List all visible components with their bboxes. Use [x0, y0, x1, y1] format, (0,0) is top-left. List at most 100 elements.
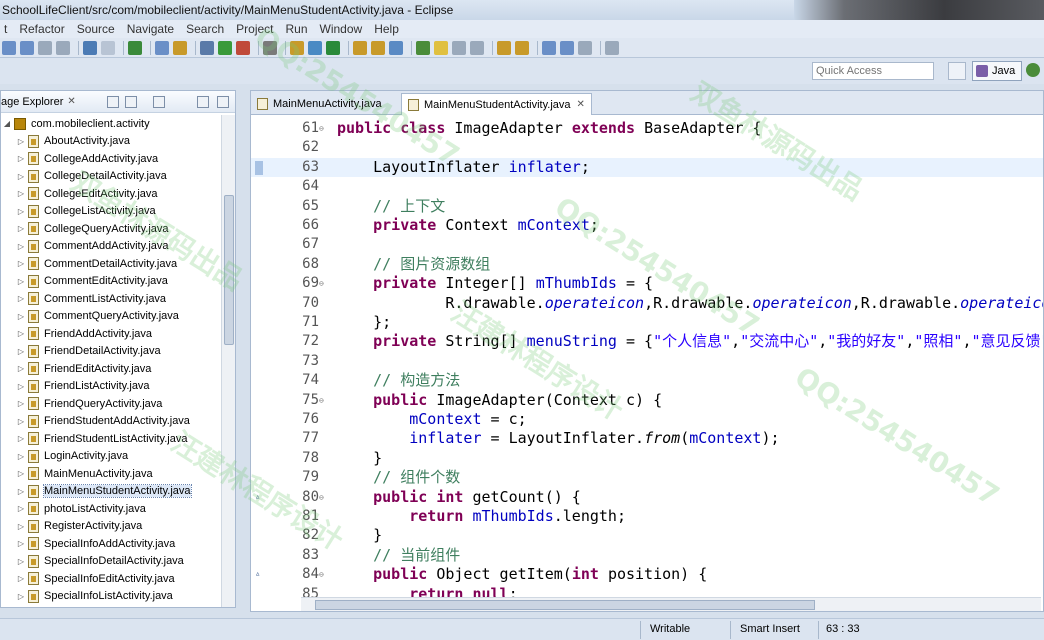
code-line[interactable]: 68 // 图片资源数组	[251, 255, 1043, 274]
collapsed-arrow-icon[interactable]: ▷	[17, 539, 25, 548]
close-view-icon[interactable]: ✕	[67, 96, 75, 107]
collapsed-arrow-icon[interactable]: ▷	[17, 487, 25, 496]
file-node[interactable]: ▷ SpecialInfoEditActivity.java	[17, 570, 175, 587]
collapsed-arrow-icon[interactable]: ▷	[17, 434, 25, 443]
file-node[interactable]: ▷ SpecialInfoAddActivity.java	[17, 535, 175, 552]
editor-horizontal-scrollbar[interactable]	[301, 597, 1041, 611]
toolbar-tool-icon[interactable]	[434, 40, 448, 55]
toolbar-tool-icon[interactable]	[236, 40, 250, 55]
code-line[interactable]: 67	[251, 235, 1043, 254]
file-node[interactable]: ▷ CollegeEditActivity.java	[17, 185, 158, 202]
maximize-view-icon[interactable]	[217, 96, 229, 108]
collapsed-arrow-icon[interactable]: ▷	[17, 347, 25, 356]
toolbar-tool-icon[interactable]	[308, 40, 322, 55]
toolbar-tool-icon[interactable]	[605, 40, 619, 55]
toolbar-tool-icon[interactable]	[155, 40, 169, 55]
collapsed-arrow-icon[interactable]: ▷	[17, 224, 25, 233]
quick-access-input[interactable]	[812, 62, 934, 80]
toolbar-tool-icon[interactable]	[416, 40, 430, 55]
toolbar-tool-icon[interactable]	[497, 40, 511, 55]
toolbar-tool-icon[interactable]	[263, 40, 277, 55]
code-line[interactable]: 63 LayoutInflater inflater;	[251, 157, 1043, 178]
code-line[interactable]: 83 // 当前组件	[251, 546, 1043, 565]
toolbar-tool-icon[interactable]	[83, 40, 97, 55]
code-line[interactable]: 79 // 组件个数	[251, 468, 1043, 487]
file-node[interactable]: ▷ RegisterActivity.java	[17, 518, 142, 535]
file-node[interactable]: ▷ CollegeDetailActivity.java	[17, 168, 167, 185]
collapsed-arrow-icon[interactable]: ▷	[17, 504, 25, 513]
code-line[interactable]: 77 inflater = LayoutInflater.from(mConte…	[251, 429, 1043, 448]
collapsed-arrow-icon[interactable]: ▷	[17, 242, 25, 251]
toolbar-tool-icon[interactable]	[218, 40, 232, 55]
collapsed-arrow-icon[interactable]: ▷	[17, 312, 25, 321]
package-node[interactable]: ◢ com.mobileclient.activity	[3, 115, 150, 132]
file-node[interactable]: ▷ CollegeQueryActivity.java	[17, 220, 169, 237]
view-menu-icon[interactable]	[153, 96, 165, 108]
file-node[interactable]: ▷ MainMenuStudentActivity.java	[17, 483, 192, 500]
scroll-thumb[interactable]	[315, 600, 815, 610]
file-node[interactable]: ▷ CollegeAddActivity.java	[17, 150, 158, 167]
open-perspective-button[interactable]	[948, 62, 966, 80]
file-node[interactable]: ▷ photoListActivity.java	[17, 500, 146, 517]
toolbar-tool-icon[interactable]	[2, 40, 16, 55]
code-line[interactable]: 71 };	[251, 313, 1043, 332]
toolbar-tool-icon[interactable]	[128, 40, 142, 55]
collapsed-arrow-icon[interactable]: ▷	[17, 592, 25, 601]
code-line[interactable]: 66 private Context mContext;	[251, 216, 1043, 235]
toolbar-tool-icon[interactable]	[56, 40, 70, 55]
collapsed-arrow-icon[interactable]: ▷	[17, 469, 25, 478]
collapsed-arrow-icon[interactable]: ▷	[17, 574, 25, 583]
toolbar-tool-icon[interactable]	[38, 40, 52, 55]
fold-toggle-icon[interactable]: ⊖	[319, 565, 329, 584]
collapsed-arrow-icon[interactable]: ▷	[17, 364, 25, 373]
file-node[interactable]: ▷ FriendListActivity.java	[17, 378, 150, 395]
link-with-editor-icon[interactable]	[125, 96, 137, 108]
code-line[interactable]: 64	[251, 177, 1043, 196]
code-line[interactable]: 81 return mThumbIds.length;	[251, 507, 1043, 526]
fold-toggle-icon[interactable]: ⊖	[319, 488, 329, 507]
collapsed-arrow-icon[interactable]: ▷	[17, 382, 25, 391]
java-perspective-button[interactable]: Java	[972, 61, 1022, 81]
code-line[interactable]: 70 R.drawable.operateicon,R.drawable.ope…	[251, 294, 1043, 313]
file-node[interactable]: ▷ SpecialInfoDetailActivity.java	[17, 553, 184, 570]
toolbar-tool-icon[interactable]	[20, 40, 34, 55]
tab-main-menu-activity[interactable]: MainMenuActivity.java	[251, 93, 388, 115]
collapsed-arrow-icon[interactable]: ▷	[17, 294, 25, 303]
code-line[interactable]: 65 // 上下文	[251, 197, 1043, 216]
collapsed-arrow-icon[interactable]: ▷	[17, 154, 25, 163]
toolbar-tool-icon[interactable]	[200, 40, 214, 55]
collapsed-arrow-icon[interactable]: ▷	[17, 259, 25, 268]
package-explorer-title[interactable]: age Explorer	[1, 96, 63, 108]
code-area[interactable]: 61 ⊖ public class ImageAdapter extends Bas…	[251, 115, 1043, 603]
code-line[interactable]: 69 ⊖ private Integer[] mThumbIds = {	[251, 274, 1043, 293]
collapsed-arrow-icon[interactable]: ▷	[17, 557, 25, 566]
expanded-arrow-icon[interactable]: ◢	[3, 119, 11, 128]
code-line[interactable]: 76 mContext = c;	[251, 410, 1043, 429]
code-line[interactable]: ▵ 84 ⊖ public Object getItem(int position)…	[251, 565, 1043, 584]
file-node[interactable]: ▷ FriendAddActivity.java	[17, 325, 152, 342]
file-node[interactable]: ▷ CommentEditActivity.java	[17, 273, 168, 290]
fold-toggle-icon[interactable]: ⊖	[319, 274, 329, 293]
debug-perspective-icon[interactable]	[1026, 63, 1040, 77]
code-line[interactable]: 74 // 构造方法	[251, 371, 1043, 390]
file-node[interactable]: ▷ FriendDetailActivity.java	[17, 343, 161, 360]
menu-item-file-partial[interactable]: t	[4, 22, 7, 36]
file-node[interactable]: ▷ CommentQueryActivity.java	[17, 308, 179, 325]
toolbar-tool-icon[interactable]	[452, 40, 466, 55]
toolbar-tool-icon[interactable]	[515, 40, 529, 55]
code-line[interactable]: 61 ⊖ public class ImageAdapter extends Bas…	[251, 119, 1043, 138]
toolbar-tool-icon[interactable]	[173, 40, 187, 55]
menu-item-run[interactable]: Run	[286, 22, 308, 36]
toolbar-tool-icon[interactable]	[470, 40, 484, 55]
code-line[interactable]: 82 }	[251, 526, 1043, 545]
fold-toggle-icon[interactable]: ⊖	[319, 391, 329, 410]
toolbar-tool-icon[interactable]	[290, 40, 304, 55]
toolbar-tool-icon[interactable]	[101, 40, 115, 55]
toolbar-tool-icon[interactable]	[389, 40, 403, 55]
code-line[interactable]: 62	[251, 138, 1043, 157]
file-node[interactable]: ▷ FriendQueryActivity.java	[17, 395, 162, 412]
file-node[interactable]: ▷ MainMenuActivity.java	[17, 465, 153, 482]
menu-item-refactor[interactable]: Refactor	[19, 22, 64, 36]
file-node[interactable]: ▷ FriendStudentListActivity.java	[17, 430, 187, 447]
toolbar-tool-icon[interactable]	[353, 40, 367, 55]
